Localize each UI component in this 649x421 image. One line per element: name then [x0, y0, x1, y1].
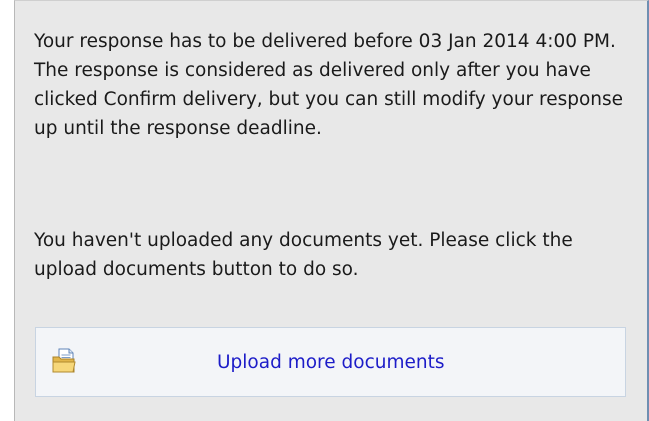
no-documents-message: You haven't uploaded any documents yet. …	[34, 230, 573, 280]
upload-more-documents-button[interactable]: Upload more documents	[35, 327, 626, 397]
deadline-message: Your response has to be delivered before…	[34, 31, 624, 139]
folder-document-icon	[52, 348, 76, 374]
upload-more-documents-label: Upload more documents	[217, 352, 445, 373]
response-info-panel: Your response has to be delivered before…	[14, 0, 649, 421]
